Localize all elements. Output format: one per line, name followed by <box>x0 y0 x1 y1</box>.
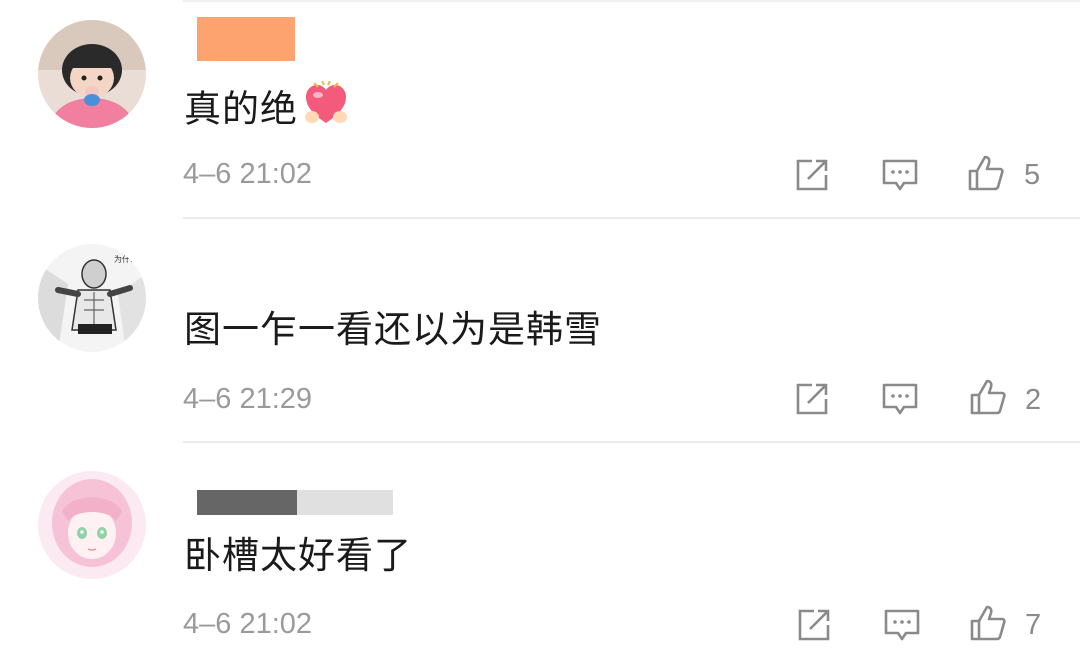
timestamp: 4–6 21:02 <box>183 158 313 190</box>
manga-avatar-image: 为什么 <box>38 244 146 352</box>
avatar[interactable]: 为什么 <box>38 244 146 352</box>
comment-text: 真的绝 <box>184 80 348 137</box>
svg-text:为什么: 为什么 <box>114 254 138 264</box>
repost-icon[interactable] <box>792 379 832 419</box>
thumbs-up-icon[interactable] <box>968 377 1008 417</box>
reply-icon[interactable] <box>880 379 920 419</box>
repost-icon[interactable] <box>794 605 834 645</box>
girl-avatar-image <box>38 20 146 128</box>
comment-item: 真的绝 4–6 21:02 5 <box>0 0 1080 220</box>
anime-girl-avatar-image <box>38 471 146 579</box>
comment-text-content: 真的绝 <box>184 87 298 131</box>
like-count: 2 <box>1025 384 1042 416</box>
heart-with-hands-emoji <box>304 80 348 133</box>
comment-text: 图一乍一看还以为是韩雪 <box>184 308 602 351</box>
reply-icon[interactable] <box>880 155 920 195</box>
reply-icon[interactable] <box>882 605 922 645</box>
timestamp: 4–6 21:29 <box>183 383 313 415</box>
username-redacted[interactable] <box>197 17 295 61</box>
like-count: 5 <box>1024 159 1041 191</box>
comment-item: 为什么 图一乍一看还以为是韩雪 4–6 21:29 2 <box>0 220 1080 442</box>
avatar[interactable] <box>38 471 146 579</box>
username-redacted[interactable] <box>197 490 393 515</box>
comment-text: 卧槽太好看了 <box>184 534 412 577</box>
comment-item: 卧槽太好看了 4–6 21:02 7 <box>0 443 1080 665</box>
repost-icon[interactable] <box>792 155 832 195</box>
timestamp: 4–6 21:02 <box>183 608 313 640</box>
thumbs-up-icon[interactable] <box>966 153 1006 193</box>
thumbs-up-icon[interactable] <box>968 603 1008 643</box>
like-count: 7 <box>1025 609 1042 641</box>
avatar[interactable] <box>38 20 146 128</box>
divider <box>183 217 1080 219</box>
